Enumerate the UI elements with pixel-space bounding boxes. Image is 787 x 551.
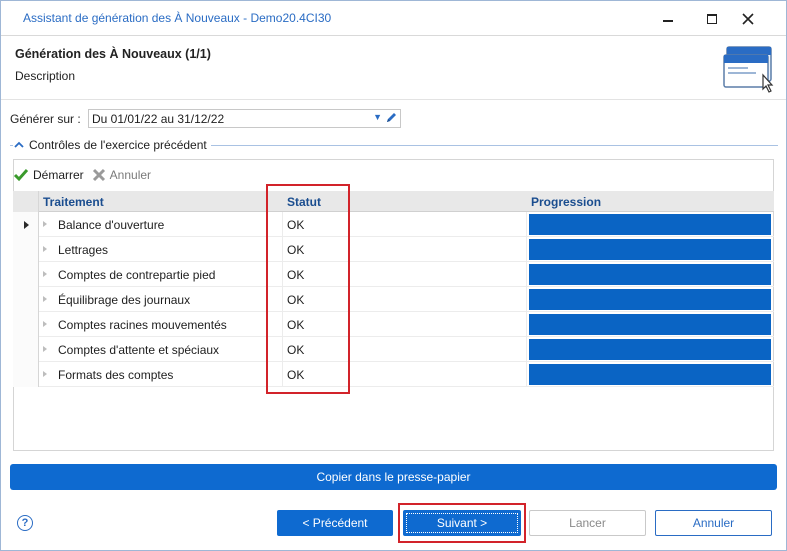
page-description: Description xyxy=(15,69,76,83)
group-header[interactable]: Contrôles de l'exercice précédent xyxy=(13,138,211,152)
progress-bar-fill xyxy=(529,364,771,385)
wizard-window-icon xyxy=(723,46,774,93)
wizard-window: Assistant de génération des À Nouveaux -… xyxy=(0,0,787,551)
close-button[interactable] xyxy=(731,7,765,31)
expand-arrow-icon[interactable] xyxy=(43,296,47,302)
table-row[interactable]: Lettrages OK xyxy=(13,237,774,262)
column-divider xyxy=(526,237,527,261)
progress-bar xyxy=(529,264,771,285)
progress-bar-fill xyxy=(529,214,771,235)
progress-bar xyxy=(529,289,771,310)
column-divider xyxy=(526,312,527,336)
treatment-name: Formats des comptes xyxy=(58,368,174,382)
maximize-icon xyxy=(707,14,717,24)
chevron-up-icon[interactable] xyxy=(13,139,25,151)
minimize-button[interactable] xyxy=(651,7,685,31)
current-row-indicator-icon xyxy=(24,221,29,229)
table-row[interactable]: Comptes de contrepartie pied OK xyxy=(13,262,774,287)
expand-arrow-icon[interactable] xyxy=(43,246,47,252)
grid-toolbar: Démarrer Annuler xyxy=(13,165,159,185)
row-selector[interactable] xyxy=(13,312,39,337)
treatment-name: Lettrages xyxy=(58,243,109,257)
progress-bar-fill xyxy=(529,339,771,360)
title-bar: Assistant de génération des À Nouveaux -… xyxy=(1,1,786,35)
page-title: Génération des À Nouveaux (1/1) xyxy=(15,47,211,61)
header-separator xyxy=(1,99,786,100)
table-row[interactable]: Comptes d'attente et spéciaux OK xyxy=(13,337,774,362)
next-button-highlight xyxy=(398,503,526,543)
column-header-progress[interactable]: Progression xyxy=(531,195,601,209)
row-selector[interactable] xyxy=(13,287,39,312)
minimize-icon xyxy=(663,20,673,22)
progress-bar-fill xyxy=(529,289,771,310)
dropdown-arrow-icon[interactable]: ▼ xyxy=(373,112,382,122)
table-row[interactable]: Comptes racines mouvementés OK xyxy=(13,312,774,337)
start-button-label: Démarrer xyxy=(33,168,84,182)
column-divider xyxy=(526,287,527,311)
table-row[interactable]: Balance d'ouverture OK xyxy=(13,212,774,237)
treatments-grid: Traitement Statut Progression Balance d'… xyxy=(13,191,774,387)
treatment-name: Équilibrage des journaux xyxy=(58,293,191,307)
treatment-name: Comptes de contrepartie pied xyxy=(58,268,216,282)
column-divider xyxy=(526,262,527,286)
close-icon xyxy=(742,13,754,25)
treatment-name: Comptes racines mouvementés xyxy=(58,318,227,332)
row-selector[interactable] xyxy=(13,337,39,362)
progress-bar xyxy=(529,339,771,360)
grid-body: Balance d'ouverture OK Lettrages OK Comptes … xyxy=(13,212,774,387)
table-row[interactable]: Équilibrage des journaux OK xyxy=(13,287,774,312)
cancel-button[interactable]: Annuler xyxy=(655,510,772,536)
progress-bar-fill xyxy=(529,314,771,335)
row-selector[interactable] xyxy=(13,212,39,237)
cross-icon xyxy=(92,168,105,182)
toolbar-cancel-label: Annuler xyxy=(109,168,152,182)
generate-on-label: Générer sur : xyxy=(10,112,81,126)
row-selector[interactable] xyxy=(13,237,39,262)
progress-bar xyxy=(529,239,771,260)
group-title: Contrôles de l'exercice précédent xyxy=(29,138,207,152)
progress-bar xyxy=(529,364,771,385)
period-select-value: Du 01/01/22 au 31/12/22 xyxy=(92,112,225,126)
copy-to-clipboard-button[interactable]: Copier dans le presse-papier xyxy=(10,464,777,490)
period-select[interactable]: Du 01/01/22 au 31/12/22 ▼ xyxy=(88,109,401,128)
progress-bar-fill xyxy=(529,239,771,260)
column-divider xyxy=(526,362,527,386)
column-header-treatment[interactable]: Traitement xyxy=(43,195,104,209)
start-button[interactable]: Démarrer xyxy=(13,168,84,182)
help-icon[interactable]: ? xyxy=(17,515,33,531)
edit-pencil-icon[interactable] xyxy=(385,111,397,125)
treatment-name: Comptes d'attente et spéciaux xyxy=(58,343,220,357)
row-selector[interactable] xyxy=(13,262,39,287)
progress-bar xyxy=(529,214,771,235)
grid-header: Traitement Statut Progression xyxy=(13,191,774,212)
status-column-highlight xyxy=(266,184,350,394)
expand-arrow-icon[interactable] xyxy=(43,371,47,377)
previous-button[interactable]: < Précédent xyxy=(277,510,393,536)
launch-button[interactable]: Lancer xyxy=(529,510,646,536)
expand-arrow-icon[interactable] xyxy=(43,321,47,327)
column-divider xyxy=(526,337,527,361)
window-title: Assistant de génération des À Nouveaux -… xyxy=(23,11,332,25)
expand-arrow-icon[interactable] xyxy=(43,221,47,227)
expand-arrow-icon[interactable] xyxy=(43,271,47,277)
title-separator xyxy=(1,35,786,36)
progress-bar xyxy=(529,314,771,335)
expand-arrow-icon[interactable] xyxy=(43,346,47,352)
column-divider xyxy=(526,212,527,236)
row-selector[interactable] xyxy=(13,362,39,387)
progress-bar-fill xyxy=(529,264,771,285)
header-selector-cell xyxy=(13,191,39,212)
table-row[interactable]: Formats des comptes OK xyxy=(13,362,774,387)
treatment-name: Balance d'ouverture xyxy=(58,218,165,232)
toolbar-cancel-button[interactable]: Annuler xyxy=(92,168,151,182)
maximize-button[interactable] xyxy=(695,7,729,31)
checkmark-icon xyxy=(13,169,29,182)
